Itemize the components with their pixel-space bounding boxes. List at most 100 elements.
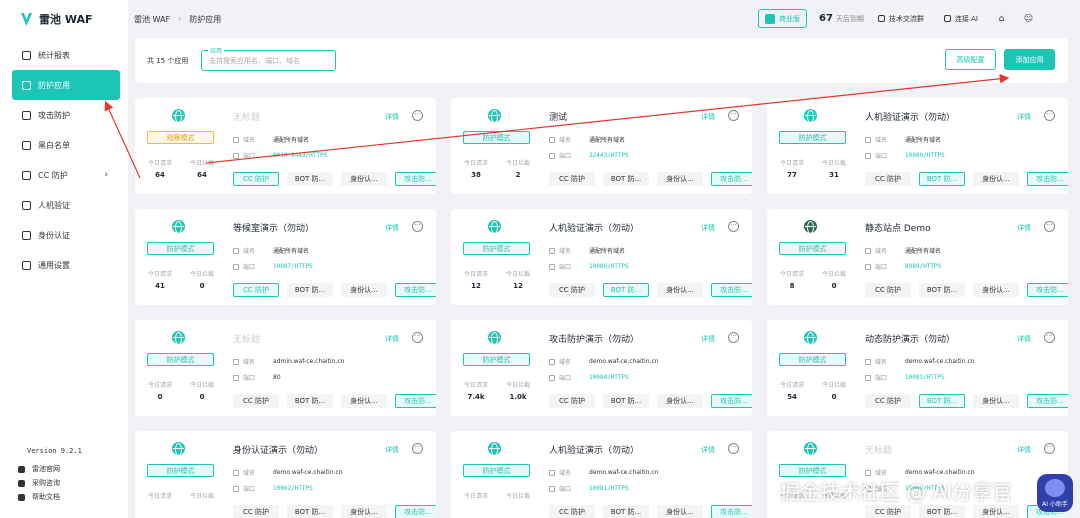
feature-tag[interactable]: BOT 防... <box>603 394 649 408</box>
detail-link[interactable]: 详情 <box>701 445 715 455</box>
feature-tag[interactable]: 攻击防... <box>1027 283 1068 297</box>
feature-tag[interactable]: 攻击防... <box>711 172 752 186</box>
feature-tag[interactable]: 攻击防... <box>1027 172 1068 186</box>
feature-tag[interactable]: 身份认... <box>973 394 1019 408</box>
search-box[interactable]: 应用 <box>201 46 336 71</box>
feature-tag[interactable]: CC 防护 <box>549 505 595 518</box>
feature-tag[interactable]: BOT 防... <box>603 172 649 186</box>
more-icon[interactable]: ··· <box>412 332 423 343</box>
app-card[interactable]: 防护模式 今日请求 今日拦截 0 0 无标题 详情 ··· 域名 admin.w… <box>135 320 436 416</box>
app-card[interactable]: 防护模式 今日请求 今日拦截 人机验证演示（勿动） 详情 ··· 域名 demo… <box>451 431 752 518</box>
feature-tag[interactable]: CC 防护 <box>549 283 595 297</box>
breadcrumb-root[interactable]: 雷池 WAF <box>134 14 170 25</box>
more-icon[interactable]: ··· <box>412 110 423 121</box>
feature-tag[interactable]: 身份认... <box>657 283 703 297</box>
feature-tag[interactable]: 攻击防... <box>395 394 436 408</box>
more-icon[interactable]: ··· <box>728 221 739 232</box>
feature-tag[interactable]: 攻击防... <box>395 283 436 297</box>
more-icon[interactable]: ··· <box>1044 221 1055 232</box>
feature-tag[interactable]: BOT 防... <box>603 505 649 518</box>
footer-link-0[interactable]: 雷池官网 <box>18 462 60 476</box>
more-icon[interactable]: ··· <box>1044 332 1055 343</box>
feature-tag[interactable]: 攻击防... <box>711 394 752 408</box>
feature-tag[interactable]: BOT 防... <box>287 283 333 297</box>
sidebar-item-5[interactable]: 人机验证 <box>12 190 120 220</box>
detail-link[interactable]: 详情 <box>701 112 715 122</box>
feature-tag[interactable]: CC 防护 <box>233 394 279 408</box>
app-card[interactable]: 防护模式 今日请求 今日拦截 41 0 等候室演示（勿动） 详情 ··· 域名 … <box>135 209 436 305</box>
feature-tag[interactable]: 身份认... <box>973 172 1019 186</box>
feature-tag[interactable]: 攻击防... <box>711 283 752 297</box>
footer-link-1[interactable]: 采购咨询 <box>18 476 60 490</box>
feature-tag[interactable]: BOT 防... <box>603 283 649 297</box>
sidebar-item-7[interactable]: 通用设置 <box>12 250 120 280</box>
feature-tag[interactable]: 身份认... <box>341 505 387 518</box>
sidebar-item-1[interactable]: 防护应用 <box>12 70 120 100</box>
feature-tag[interactable]: CC 防护 <box>865 172 911 186</box>
detail-link[interactable]: 详情 <box>385 223 399 233</box>
brand-logo[interactable]: 雷池 WAF <box>20 11 93 27</box>
detail-link[interactable]: 详情 <box>1017 112 1031 122</box>
sidebar-item-3[interactable]: 黑白名单 <box>12 130 120 160</box>
app-card[interactable]: 防护模式 今日请求 今日拦截 38 2 测试 详情 ··· 域名 通配所有域名 … <box>451 98 752 194</box>
feature-tag[interactable]: 攻击防... <box>395 505 436 518</box>
detail-link[interactable]: 详情 <box>385 112 399 122</box>
feature-tag[interactable]: 攻击防... <box>395 172 436 186</box>
app-card[interactable]: 观察模式 今日请求 今日拦截 64 64 无标题 详情 ··· 域名 通配所有域… <box>135 98 436 194</box>
app-card[interactable]: 防护模式 今日请求 今日拦截 77 31 人机验证演示（勿动） 详情 ··· 域… <box>767 98 1068 194</box>
feature-tag[interactable]: CC 防护 <box>549 394 595 408</box>
add-app-button[interactable]: 添加应用 <box>1004 49 1055 70</box>
more-icon[interactable]: ··· <box>412 443 423 454</box>
more-icon[interactable]: ··· <box>412 221 423 232</box>
detail-link[interactable]: 详情 <box>1017 334 1031 344</box>
footer-link-2[interactable]: 帮助文档 <box>18 490 60 504</box>
app-card[interactable]: 防护模式 今日请求 今日拦截 身份认证演示（勿动） 详情 ··· 域名 demo… <box>135 431 436 518</box>
feature-tag[interactable]: 身份认... <box>341 283 387 297</box>
feature-tag[interactable]: 身份认... <box>341 394 387 408</box>
ai-assistant-button[interactable]: AI 小助手 <box>1037 474 1073 512</box>
sidebar-item-4[interactable]: CC 防护 › <box>12 160 120 190</box>
feature-tag[interactable]: 身份认... <box>973 283 1019 297</box>
feature-tag[interactable]: CC 防护 <box>233 172 279 186</box>
more-icon[interactable]: ··· <box>1044 110 1055 121</box>
app-card[interactable]: 防护模式 今日请求 今日拦截 54 0 动态防护演示（勿动） 详情 ··· 域名… <box>767 320 1068 416</box>
feature-tag[interactable]: BOT 防... <box>287 505 333 518</box>
feature-tag[interactable]: CC 防护 <box>233 505 279 518</box>
feature-tag[interactable]: 身份认... <box>973 505 1019 518</box>
feature-tag[interactable]: 攻击防... <box>711 505 752 518</box>
sidebar-item-0[interactable]: 统计报表 <box>12 40 120 70</box>
app-card[interactable]: 防护模式 今日请求 今日拦截 8 0 静态站点 Demo 详情 ··· 域名 通… <box>767 209 1068 305</box>
feature-tag[interactable]: BOT 防... <box>919 505 965 518</box>
shirt-icon[interactable]: ⌂ <box>992 9 1011 28</box>
edition-badge[interactable]: 商业版 <box>758 9 807 28</box>
advanced-config-button[interactable]: 高级配置 <box>945 49 996 70</box>
more-icon[interactable]: ··· <box>728 443 739 454</box>
detail-link[interactable]: 详情 <box>1017 223 1031 233</box>
feature-tag[interactable]: 身份认... <box>657 394 703 408</box>
feature-tag[interactable]: BOT 防... <box>919 283 965 297</box>
feature-tag[interactable]: 身份认... <box>657 505 703 518</box>
more-icon[interactable]: ··· <box>728 110 739 121</box>
connect-ai-button[interactable]: 连接 AI <box>937 9 984 28</box>
feature-tag[interactable]: CC 防护 <box>865 283 911 297</box>
app-card[interactable]: 防护模式 今日请求 今日拦截 12 12 人机验证演示（勿动） 详情 ··· 域… <box>451 209 752 305</box>
community-button[interactable]: 技术交流群 <box>871 9 930 28</box>
feature-tag[interactable]: CC 防护 <box>865 394 911 408</box>
more-icon[interactable]: ··· <box>728 332 739 343</box>
feature-tag[interactable]: BOT 防... <box>919 394 965 408</box>
user-icon[interactable]: ☺ <box>1019 9 1038 28</box>
sidebar-item-2[interactable]: 攻击防护 <box>12 100 120 130</box>
feature-tag[interactable]: CC 防护 <box>549 172 595 186</box>
feature-tag[interactable]: BOT 防... <box>287 172 333 186</box>
more-icon[interactable]: ··· <box>1044 443 1055 454</box>
feature-tag[interactable]: 攻击防... <box>1027 394 1068 408</box>
detail-link[interactable]: 详情 <box>385 445 399 455</box>
feature-tag[interactable]: 身份认... <box>657 172 703 186</box>
feature-tag[interactable]: BOT 防... <box>287 394 333 408</box>
detail-link[interactable]: 详情 <box>1017 445 1031 455</box>
sidebar-item-6[interactable]: 身份认证 <box>12 220 120 250</box>
detail-link[interactable]: 详情 <box>701 334 715 344</box>
detail-link[interactable]: 详情 <box>385 334 399 344</box>
detail-link[interactable]: 详情 <box>701 223 715 233</box>
feature-tag[interactable]: BOT 防... <box>919 172 965 186</box>
